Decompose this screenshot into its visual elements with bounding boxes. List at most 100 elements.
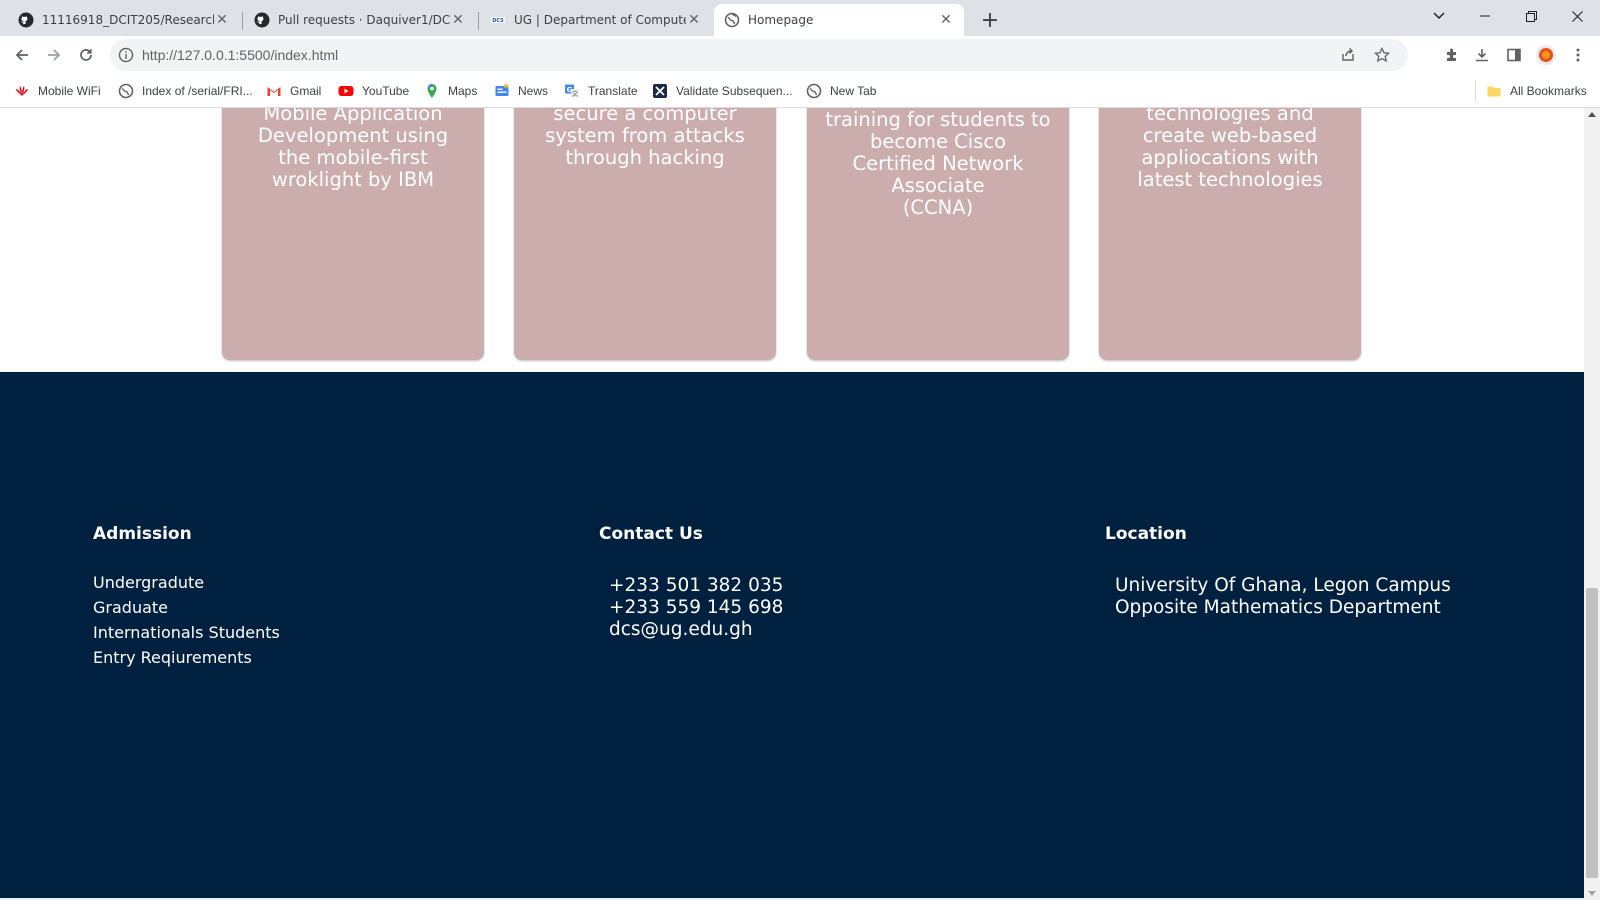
- scrollbar-thumb[interactable]: [1586, 588, 1598, 878]
- share-icon[interactable]: [1340, 47, 1356, 63]
- card-line: Certified Network: [852, 152, 1024, 175]
- tab-research-css[interactable]: 11116918_DCIT205/Research.css ✕: [8, 4, 240, 36]
- admission-links: Undergradute Graduate Internationals Stu…: [93, 570, 280, 670]
- svg-text:DCS: DCS: [492, 18, 504, 24]
- scroll-down-arrow-icon[interactable]: [1588, 891, 1596, 896]
- back-arrow-icon: [15, 49, 28, 61]
- github-icon: [254, 12, 270, 28]
- close-window-button[interactable]: [1554, 0, 1600, 32]
- tab-strip: 11116918_DCIT205/Research.css ✕ Pull req…: [0, 0, 1600, 36]
- globe-icon: [724, 12, 740, 28]
- course-card-ccna: training for students to become Cisco Ce…: [807, 108, 1069, 360]
- card-line: technologies and: [1146, 108, 1314, 125]
- link-graduate[interactable]: Graduate: [93, 595, 280, 620]
- tab-search-chevron-icon[interactable]: [1416, 0, 1462, 32]
- tab-title: UG | Department of Computer S: [514, 13, 686, 27]
- bookmarks-bar: Mobile WiFi Index of /serial/FRI... Gmai…: [0, 74, 1600, 108]
- forward-button[interactable]: [40, 41, 68, 69]
- bookmark-gmail[interactable]: Gmail: [266, 82, 321, 100]
- new-tab-button[interactable]: +: [976, 6, 1004, 34]
- tab-close-icon[interactable]: ✕: [450, 12, 466, 28]
- location-line-1: University Of Ghana, Legon Campus: [1115, 575, 1451, 596]
- card-line: system from attacks: [545, 124, 745, 147]
- browser-toolbar: http://127.0.0.1:5500/index.html: [0, 36, 1600, 74]
- folder-icon: [1486, 83, 1502, 99]
- bookmark-label: News: [518, 84, 549, 98]
- bookmark-maps[interactable]: Maps: [424, 82, 477, 100]
- card-line: become Cisco: [869, 130, 1007, 153]
- tab-ug-department[interactable]: DCS UG | Department of Computer S ✕: [480, 4, 712, 36]
- menu-kebab-icon[interactable]: [1566, 43, 1590, 67]
- bookmark-validate-subsequence[interactable]: Validate Subsequen...: [652, 82, 793, 100]
- location-details: University Of Ghana, Legon Campus Opposi…: [1115, 575, 1451, 619]
- tab-close-icon[interactable]: ✕: [214, 12, 230, 28]
- all-bookmarks-button[interactable]: All Bookmarks: [1486, 82, 1587, 100]
- course-card-mobile: Mobile Application Development using the…: [222, 108, 484, 360]
- tab-close-icon[interactable]: ✕: [938, 12, 954, 28]
- url-text: http://127.0.0.1:5500/index.html: [142, 47, 339, 63]
- download-icon[interactable]: [1470, 43, 1494, 67]
- minimize-button[interactable]: [1462, 0, 1508, 32]
- tab-homepage[interactable]: Homepage ✕: [714, 4, 964, 36]
- tab-close-icon[interactable]: ✕: [686, 12, 702, 28]
- footer-contact: Contact Us +233 501 382 035 +233 559 145…: [599, 524, 783, 641]
- card-line: Associate: [891, 174, 985, 197]
- svg-text:文: 文: [572, 90, 578, 98]
- forward-arrow-icon: [48, 49, 61, 61]
- bookmark-mobile-wifi[interactable]: Mobile WiFi: [14, 82, 101, 100]
- contact-email: dcs@ug.edu.gh: [609, 619, 753, 640]
- footer-location-title: Location: [1105, 524, 1187, 544]
- bookmark-star-icon[interactable]: [1374, 47, 1390, 63]
- address-bar[interactable]: http://127.0.0.1:5500/index.html: [110, 39, 1408, 71]
- tab-title: 11116918_DCIT205/Research.css: [42, 13, 214, 27]
- news-icon: [494, 83, 510, 99]
- bookmark-label: Mobile WiFi: [38, 84, 101, 98]
- ug-logo-icon: DCS: [490, 12, 506, 28]
- card-line: the mobile-first: [278, 146, 428, 169]
- bookmark-index-serial[interactable]: Index of /serial/FRI...: [118, 82, 253, 100]
- card-line: latest technologies: [1137, 168, 1323, 191]
- link-entry-requirements[interactable]: Entry Reqiurements: [93, 645, 280, 670]
- gmail-icon: [266, 83, 282, 99]
- location-line-2: Opposite Mathematics Department: [1115, 597, 1441, 618]
- side-panel-icon[interactable]: [1502, 43, 1526, 67]
- profile-avatar[interactable]: [1534, 43, 1558, 67]
- contact-details: +233 501 382 035 +233 559 145 698 dcs@ug…: [609, 575, 783, 641]
- tab-title: Pull requests · Daquiver1/DCIT_2: [278, 13, 450, 27]
- site-info-icon[interactable]: [118, 47, 134, 63]
- globe-icon: [118, 83, 134, 99]
- footer-location: Location University Of Ghana, Legon Camp…: [1105, 524, 1451, 619]
- back-button[interactable]: [8, 41, 36, 69]
- scroll-up-arrow-icon[interactable]: [1588, 112, 1596, 117]
- course-card-security: secure a computer system from attacks th…: [514, 108, 776, 360]
- site-footer: Admission Undergradute Graduate Internat…: [0, 372, 1584, 900]
- link-international-students[interactable]: Internationals Students: [93, 620, 280, 645]
- footer-contact-title: Contact Us: [599, 524, 703, 544]
- card-line: training for students to: [825, 108, 1051, 131]
- bookmark-news[interactable]: News: [494, 82, 548, 100]
- reload-button[interactable]: [72, 41, 100, 69]
- bookmarks-divider: [1475, 80, 1476, 102]
- contact-phone-2: +233 559 145 698: [609, 597, 784, 618]
- link-undergraduate[interactable]: Undergradute: [93, 570, 280, 595]
- card-line: create web-based: [1142, 124, 1318, 147]
- huawei-icon: [14, 83, 30, 99]
- card-line: secure a computer: [553, 108, 737, 125]
- tab-pull-requests[interactable]: Pull requests · Daquiver1/DCIT_2 ✕: [244, 4, 476, 36]
- bookmark-new-tab[interactable]: New Tab: [806, 82, 876, 100]
- extensions-puzzle-icon[interactable]: [1440, 43, 1464, 67]
- tab-title: Homepage: [748, 13, 814, 27]
- bookmark-label: YouTube: [362, 84, 410, 98]
- globe-icon: [806, 83, 822, 99]
- all-bookmarks-label: All Bookmarks: [1510, 84, 1587, 98]
- restore-button[interactable]: [1508, 0, 1554, 32]
- code-icon: [652, 83, 668, 99]
- bookmark-translate[interactable]: G文 Translate: [564, 82, 638, 100]
- bookmark-youtube[interactable]: YouTube: [338, 82, 409, 100]
- card-line: appliocations with: [1141, 146, 1319, 169]
- reload-icon: [80, 49, 92, 61]
- bookmark-label: Validate Subsequen...: [676, 84, 793, 98]
- bookmark-label: New Tab: [830, 84, 877, 98]
- vertical-scrollbar[interactable]: [1584, 108, 1600, 900]
- page-viewport: Mobile Application Development using the…: [0, 108, 1584, 900]
